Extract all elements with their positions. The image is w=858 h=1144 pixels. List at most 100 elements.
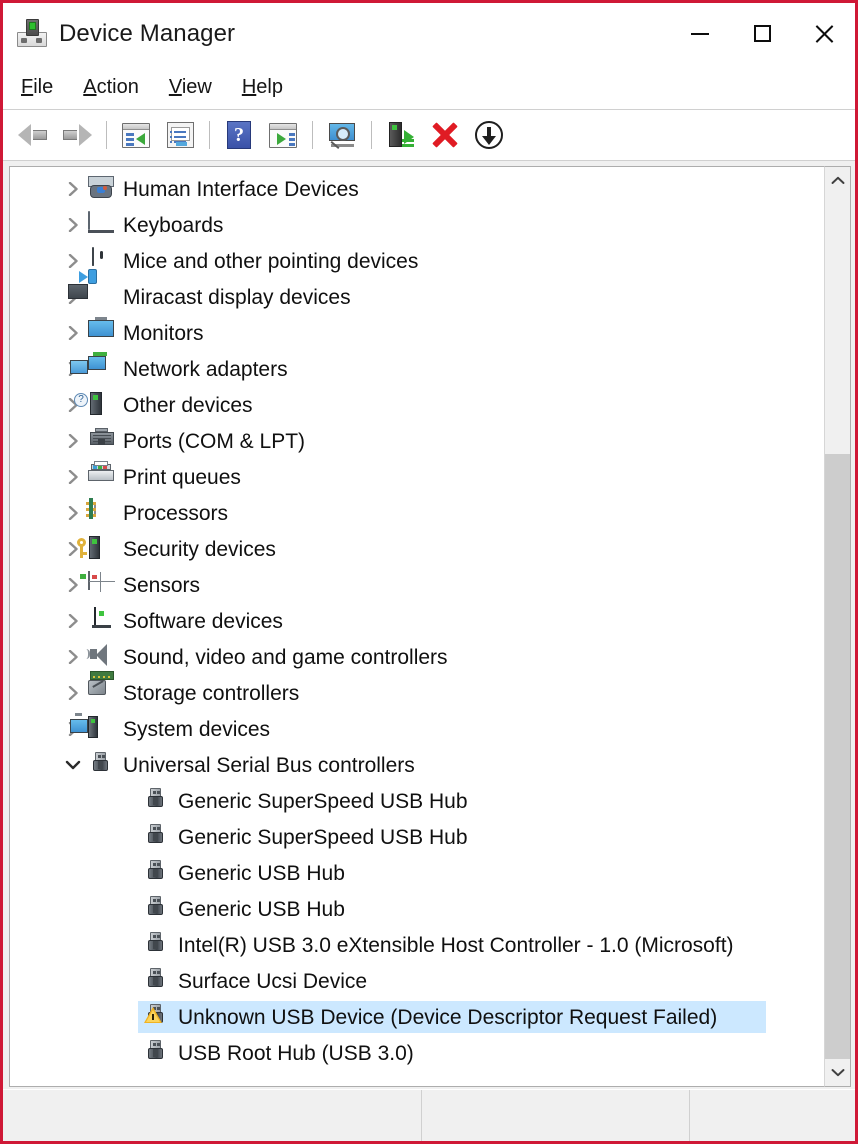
tree-row-security-devices[interactable]: Security devices (10, 531, 824, 567)
tree-row-surface-ucsi-device[interactable]: Surface Ucsi Device (10, 963, 824, 999)
tree-row-label: System devices (123, 717, 271, 741)
menu-action[interactable]: Action (83, 74, 153, 101)
chevron-right-icon[interactable] (62, 254, 84, 268)
tree-row-label: Generic USB Hub (178, 897, 345, 921)
chevron-right-icon[interactable] (62, 578, 84, 592)
menu-file[interactable]: File (21, 74, 67, 101)
enable-device-icon (387, 121, 415, 149)
chevron-right-icon[interactable] (62, 650, 84, 664)
menu-help-accel: H (241, 75, 257, 98)
properties-button[interactable] (158, 114, 202, 156)
tree-row-label: Network adapters (123, 357, 288, 381)
software-device-icon (88, 607, 114, 634)
usb-warning-icon (143, 1004, 169, 1030)
scroll-down-icon (831, 1068, 845, 1077)
scan-for-hardware-changes-button[interactable] (320, 114, 364, 156)
tree-row-monitors[interactable]: Monitors (10, 315, 824, 351)
scroll-up-button[interactable] (825, 167, 850, 194)
status-pane-2 (421, 1090, 689, 1141)
tree-row-mice-and-other-pointing-devices[interactable]: Mice and other pointing devices (10, 243, 824, 279)
chevron-right-icon[interactable] (62, 326, 84, 340)
menu-help-rest: elp (256, 75, 283, 98)
tree-row-software-devices[interactable]: Software devices (10, 603, 824, 639)
tree-row-other-devices[interactable]: ? Other devices (10, 387, 824, 423)
tree-row-universal-serial-bus-controllers[interactable]: Universal Serial Bus controllers (10, 747, 824, 783)
menu-help[interactable]: Help (242, 74, 297, 101)
tree-row-sensors[interactable]: Sensors (10, 567, 824, 603)
tree-row-network-adapters[interactable]: Network adapters (10, 351, 824, 387)
minimize-button[interactable] (669, 3, 731, 64)
system-device-icon (70, 713, 114, 742)
usb-icon (143, 896, 169, 922)
usb-icon (143, 860, 169, 886)
miracast-icon (68, 269, 114, 310)
back-arrow-icon (18, 122, 48, 148)
tree-row-miracast-display-devices[interactable]: Miracast display devices (10, 269, 824, 315)
tree-row-label: Intel(R) USB 3.0 eXtensible Host Control… (178, 933, 734, 957)
chevron-right-icon[interactable] (62, 182, 84, 196)
tree-row-generic-superspeed-usb-hub-2[interactable]: Generic SuperSpeed USB Hub (10, 819, 824, 855)
properties-icon (166, 122, 194, 148)
tree-row-system-devices[interactable]: System devices (10, 711, 824, 747)
uninstall-device-button[interactable] (423, 114, 467, 156)
tree-row-label: Mice and other pointing devices (123, 249, 419, 273)
toolbar-separator (106, 121, 107, 149)
forward-button[interactable] (55, 114, 99, 156)
chevron-right-icon[interactable] (62, 614, 84, 628)
tree-row-intel-usb-3-host-controller[interactable]: Intel(R) USB 3.0 eXtensible Host Control… (10, 927, 824, 963)
tree-row-human-interface-devices[interactable]: Human Interface Devices (10, 171, 824, 207)
chevron-right-icon[interactable] (62, 686, 84, 700)
scrollbar-track[interactable] (825, 194, 850, 1059)
chevron-right-icon[interactable] (62, 506, 84, 520)
tree-row-generic-usb-hub-1[interactable]: Generic USB Hub (10, 855, 824, 891)
chevron-right-icon[interactable] (62, 470, 84, 484)
toolbar-separator (371, 121, 372, 149)
window-title: Device Manager (59, 19, 236, 47)
scan-hardware-icon (327, 122, 357, 149)
tree-row-generic-usb-hub-2[interactable]: Generic USB Hub (10, 891, 824, 927)
help-button[interactable]: ? (217, 114, 261, 156)
tree-row-unknown-usb-device[interactable]: Unknown USB Device (Device Descriptor Re… (10, 999, 824, 1035)
enable-device-button[interactable] (379, 114, 423, 156)
tree-row-sound-video-and-game-controllers[interactable]: Sound, video and game controllers (10, 639, 824, 675)
menu-bar: File Action View Help (3, 65, 855, 109)
other-devices-icon: ? (74, 392, 114, 418)
title-bar: Device Manager (3, 3, 855, 65)
status-pane-1 (3, 1090, 421, 1141)
red-x-icon (432, 122, 458, 148)
close-button[interactable] (793, 3, 855, 64)
menu-view[interactable]: View (169, 74, 226, 101)
tree-row-storage-controllers[interactable]: Storage controllers (10, 671, 824, 711)
back-button[interactable] (11, 114, 55, 156)
tree-row-print-queues[interactable]: Print queues (10, 459, 824, 495)
tree-row-label: Other devices (123, 393, 253, 417)
maximize-button[interactable] (731, 3, 793, 64)
tree-row-usb-root-hub[interactable]: USB Root Hub (USB 3.0) (10, 1035, 824, 1071)
menu-action-accel: A (83, 75, 97, 98)
hid-icon (88, 176, 114, 202)
usb-icon (143, 824, 169, 850)
show-hide-console-tree-button[interactable] (114, 114, 158, 156)
usb-icon (143, 788, 169, 814)
tree-row-label: Unknown USB Device (Device Descriptor Re… (178, 1005, 718, 1029)
tree-row-keyboards[interactable]: Keyboards (10, 207, 824, 243)
update-driver-button[interactable] (261, 114, 305, 156)
install-legacy-hardware-button[interactable] (467, 114, 511, 156)
tree-row-ports-com-and-lpt[interactable]: Ports (COM & LPT) (10, 423, 824, 459)
chevron-right-icon[interactable] (62, 434, 84, 448)
usb-icon (143, 968, 169, 994)
vertical-scrollbar[interactable] (824, 166, 851, 1087)
tree-row-processors[interactable]: Processors (10, 495, 824, 531)
menu-view-accel: V (168, 75, 182, 98)
scroll-down-button[interactable] (825, 1059, 850, 1086)
scrollbar-thumb[interactable] (825, 453, 850, 1059)
tree-row-label: Surface Ucsi Device (178, 969, 368, 993)
forward-arrow-icon (62, 122, 92, 148)
network-adapter-icon (70, 352, 114, 382)
tree-row-generic-superspeed-usb-hub-1[interactable]: Generic SuperSpeed USB Hub (10, 783, 824, 819)
chevron-right-icon[interactable] (62, 218, 84, 232)
tree-row-label: Sensors (123, 573, 201, 597)
device-tree[interactable]: Human Interface Devices Keyboards Mice a… (9, 166, 824, 1087)
chevron-down-icon[interactable] (62, 758, 84, 772)
monitor-icon (88, 317, 114, 346)
